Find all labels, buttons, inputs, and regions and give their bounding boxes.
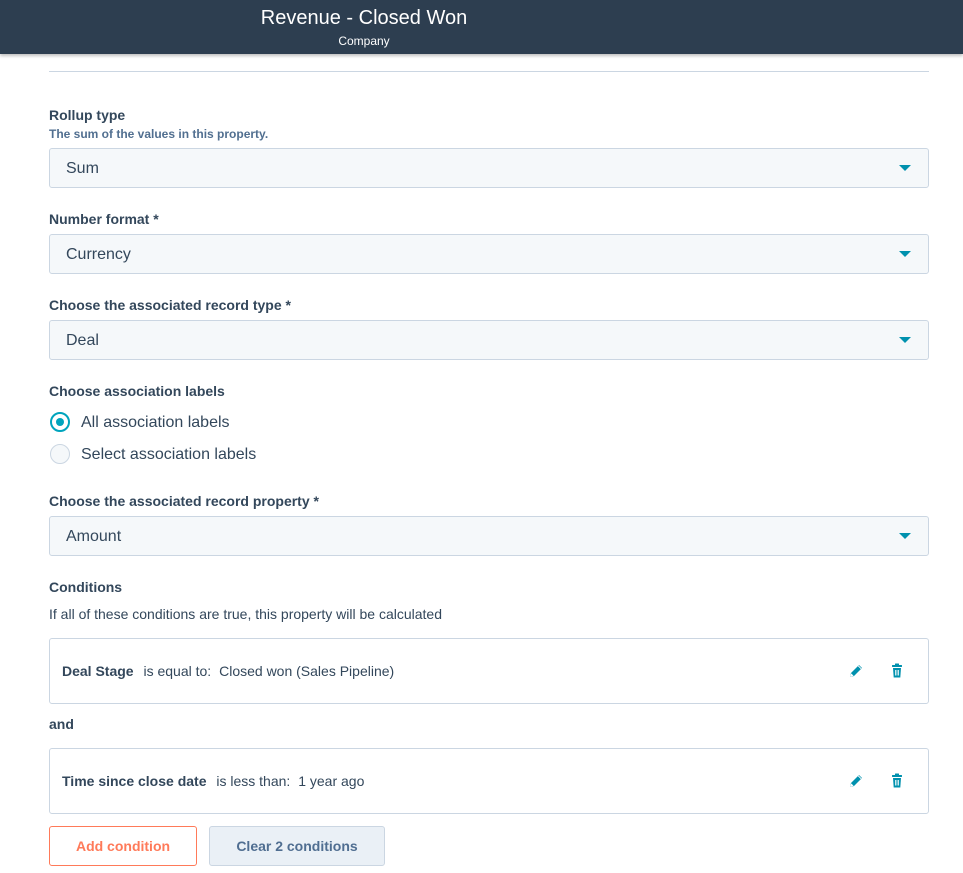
record-type-label: Choose the associated record type * bbox=[49, 297, 291, 313]
pencil-icon[interactable] bbox=[847, 662, 865, 680]
record-property-label: Choose the associated record property * bbox=[49, 493, 319, 509]
radio-button[interactable] bbox=[50, 444, 70, 464]
trash-icon[interactable] bbox=[888, 772, 906, 790]
dialog-subtitle: Company bbox=[338, 34, 390, 48]
record-property-value: Amount bbox=[66, 528, 122, 545]
caret-down-icon bbox=[899, 251, 911, 257]
radio-dot bbox=[56, 418, 64, 426]
number-format-select[interactable]: Currency bbox=[49, 234, 929, 274]
conditions-description: If all of these conditions are true, thi… bbox=[49, 606, 442, 622]
caret-down-icon bbox=[899, 165, 911, 171]
condition-property: Time since close date bbox=[62, 773, 207, 789]
condition-operator: is less than: bbox=[216, 773, 291, 789]
condition-card: Time since close date is less than: 1 ye… bbox=[49, 748, 929, 814]
record-type-value: Deal bbox=[66, 332, 99, 349]
conditions-label: Conditions bbox=[49, 579, 123, 595]
radio-button-checked[interactable] bbox=[50, 412, 70, 432]
record-property-select[interactable]: Amount bbox=[49, 516, 929, 556]
rollup-type-help: The sum of the values in this property. bbox=[49, 127, 269, 141]
condition-joiner: and bbox=[49, 716, 74, 732]
dialog-title: Revenue - Closed Won bbox=[260, 7, 468, 29]
condition-text: Time since close date is less than: 1 ye… bbox=[62, 773, 364, 790]
condition-card: Deal Stage is equal to: Closed won (Sale… bbox=[49, 638, 929, 704]
trash-icon[interactable] bbox=[888, 662, 906, 680]
condition-property: Deal Stage bbox=[62, 663, 134, 679]
association-labels-label: Choose association labels bbox=[49, 383, 225, 399]
rollup-type-value: Sum bbox=[66, 160, 99, 177]
rollup-type-select[interactable]: Sum bbox=[49, 148, 929, 188]
clear-conditions-button[interactable]: Clear 2 conditions bbox=[209, 826, 385, 866]
section-divider bbox=[49, 71, 929, 72]
radio-select-association-labels[interactable]: Select association labels bbox=[49, 443, 289, 465]
caret-down-icon bbox=[899, 337, 911, 343]
condition-value: 1 year ago bbox=[298, 773, 365, 789]
radio-label: All association labels bbox=[81, 414, 230, 431]
dialog-header: Revenue - Closed Won Company bbox=[0, 0, 963, 54]
condition-operator: is equal to: bbox=[143, 663, 212, 679]
radio-all-association-labels[interactable]: All association labels bbox=[49, 411, 289, 433]
add-condition-button[interactable]: Add condition bbox=[49, 826, 197, 866]
rollup-type-label: Rollup type bbox=[49, 107, 126, 123]
record-type-select[interactable]: Deal bbox=[49, 320, 929, 360]
condition-value: Closed won (Sales Pipeline) bbox=[219, 663, 395, 679]
condition-text: Deal Stage is equal to: Closed won (Sale… bbox=[62, 663, 394, 680]
pencil-icon[interactable] bbox=[847, 772, 865, 790]
caret-down-icon bbox=[899, 533, 911, 539]
radio-label: Select association labels bbox=[81, 446, 257, 463]
number-format-label: Number format * bbox=[49, 211, 159, 227]
number-format-value: Currency bbox=[66, 246, 131, 263]
